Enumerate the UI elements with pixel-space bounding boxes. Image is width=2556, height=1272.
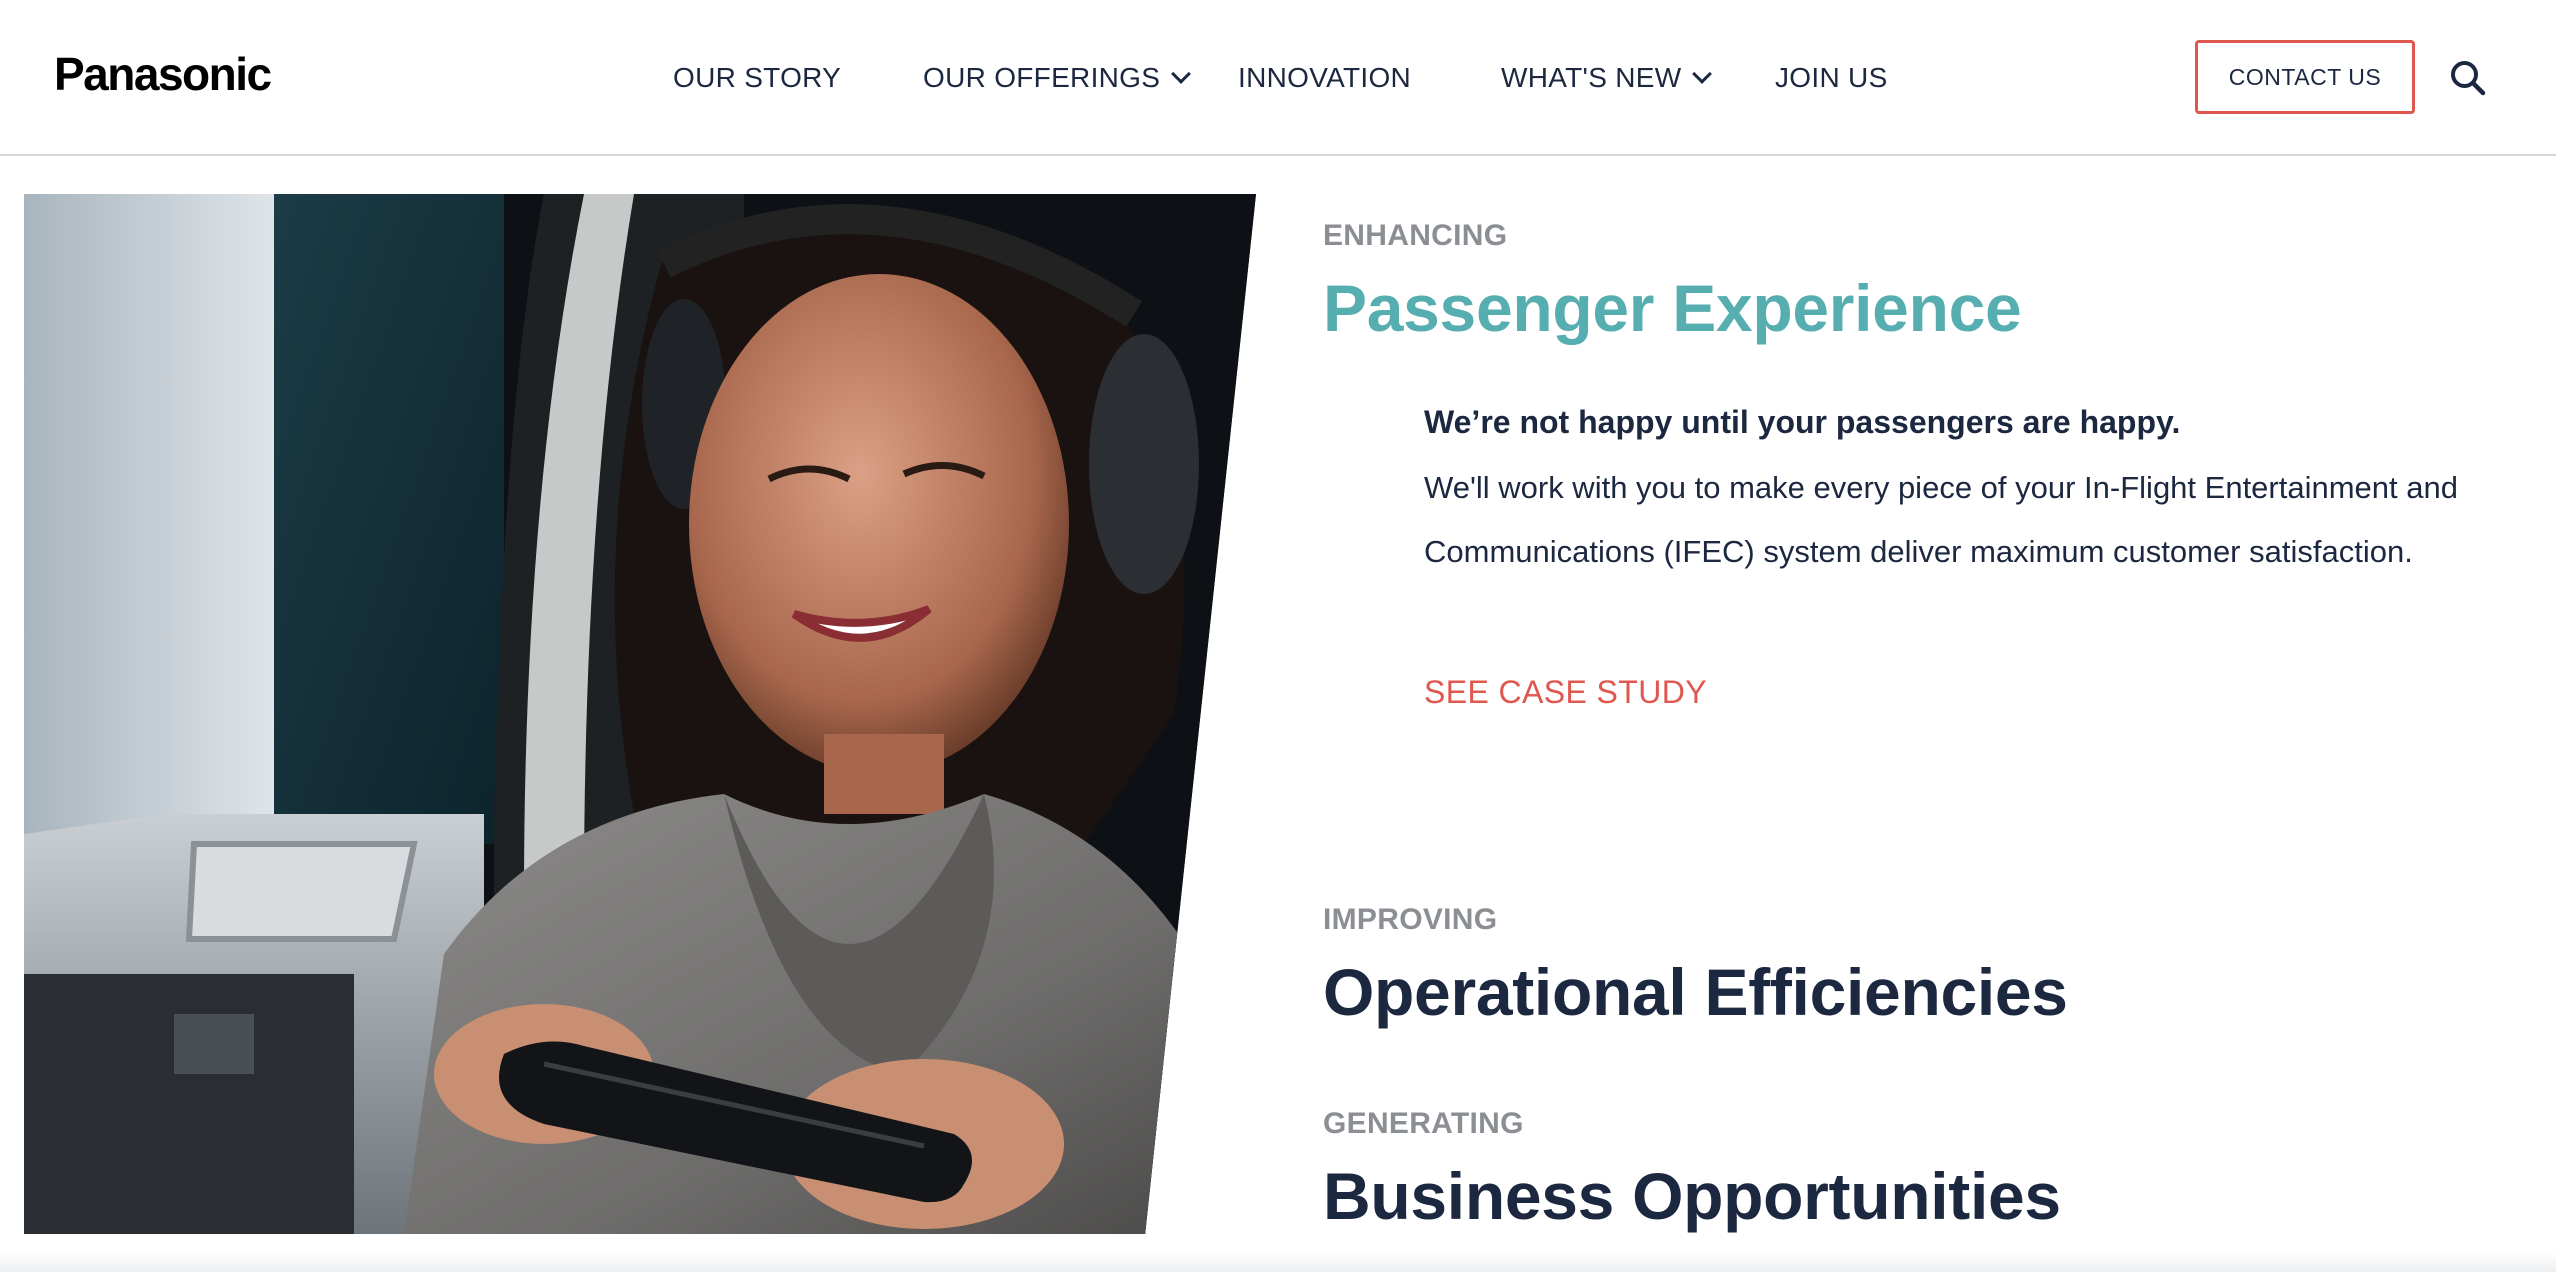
contact-us-button[interactable]: CONTACT US [2195,40,2415,114]
chevron-down-icon [1171,64,1192,84]
section-eyebrow: ENHANCING [1323,219,1508,252]
panasonic-logo[interactable]: Panasonic [54,46,272,102]
see-case-study-link[interactable]: SEE CASE STUDY [1424,668,1707,716]
nav-our-offerings[interactable]: OUR OFFERINGS [923,58,1192,98]
nav-innovation[interactable]: INNOVATION [1238,58,1411,98]
nav-whats-new[interactable]: WHAT'S NEW [1501,58,1713,98]
section-body: We'll work with you to make every piece … [1424,470,2458,569]
section-heading[interactable]: Operational Efficiencies [1323,954,2068,1030]
nav-join-us[interactable]: JOIN US [1775,58,1888,98]
nav-our-offerings-label: OUR OFFERINGS [923,62,1161,93]
section-eyebrow: GENERATING [1323,1107,1524,1140]
section-heading[interactable]: Business Opportunities [1323,1158,2061,1234]
nav-our-story-label: OUR STORY [673,62,842,93]
bottom-fade [0,1252,2556,1272]
nav-innovation-label: INNOVATION [1238,62,1412,93]
site-header: Panasonic OUR STORY OUR OFFERINGS INNOVA… [0,0,2556,156]
nav-join-us-label: JOIN US [1775,62,1888,93]
passenger-photo [24,194,1256,1234]
nav-whats-new-label: WHAT'S NEW [1501,62,1682,93]
section-eyebrow: IMPROVING [1323,903,1498,936]
section-tagline: We’re not happy until your passengers ar… [1424,404,2181,440]
chevron-down-icon [1692,64,1713,84]
hero-image [24,194,1256,1234]
search-icon[interactable] [2448,58,2488,98]
section-heading[interactable]: Passenger Experience [1323,270,2022,346]
nav-our-story[interactable]: OUR STORY [673,58,841,98]
